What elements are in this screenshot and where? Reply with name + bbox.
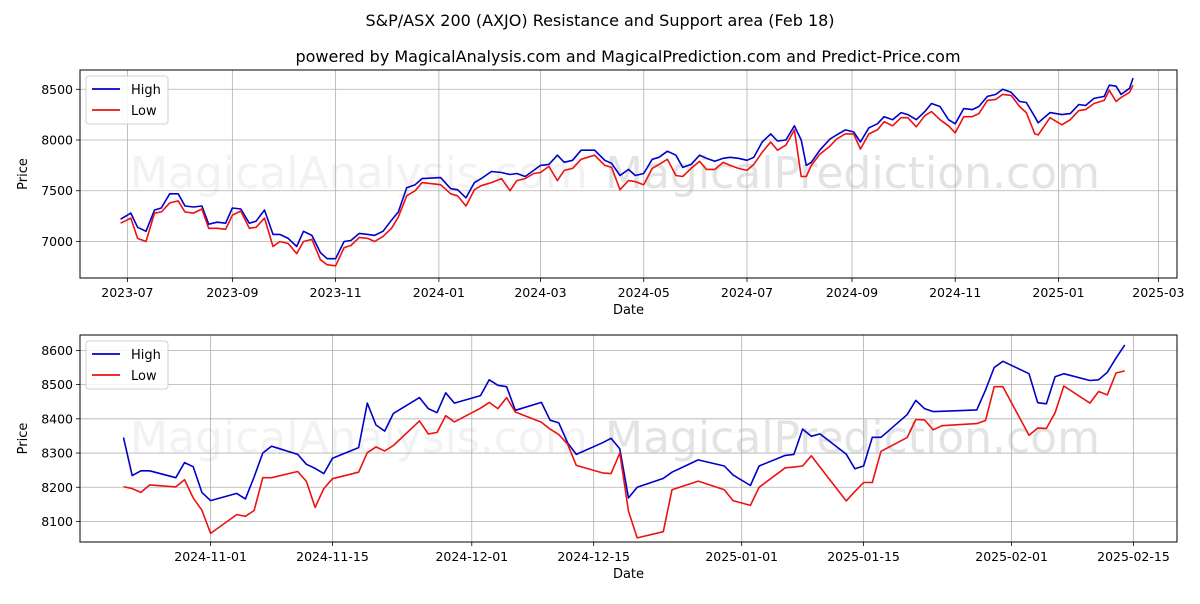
watermark: MagicalAnalysis.com xyxy=(130,413,588,464)
legend-label-low: Low xyxy=(131,369,157,384)
x-tick-label: 2025-03 xyxy=(1132,285,1184,300)
chart-figure: S&P/ASX 200 (AXJO) Resistance and Suppor… xyxy=(0,0,1200,600)
x-axis-label: Date xyxy=(613,567,644,582)
x-tick-label: 2023-07 xyxy=(101,285,153,300)
y-tick-label: 8400 xyxy=(41,411,73,426)
x-tick-label: 2024-05 xyxy=(618,285,670,300)
subplot-2: MagicalAnalysis.com MagicalPrediction.com… xyxy=(16,334,1178,582)
x-tick-label: 2024-12-15 xyxy=(557,549,630,564)
x-tick-label: 2023-11 xyxy=(310,285,362,300)
legend: High Low xyxy=(85,75,169,125)
watermark: MagicalPrediction.com xyxy=(605,413,1100,464)
chart-title: S&P/ASX 200 (AXJO) Resistance and Suppor… xyxy=(365,11,834,30)
chart-subtitle: powered by MagicalAnalysis.com and Magic… xyxy=(295,47,960,66)
y-tick-label: 8500 xyxy=(41,377,73,392)
x-tick-label: 2024-09 xyxy=(826,285,878,300)
x-tick-label: 2025-02-01 xyxy=(975,549,1048,564)
y-axis-label: Price xyxy=(16,423,31,455)
y-tick-label: 7000 xyxy=(41,234,73,249)
x-tick-label: 2025-01 xyxy=(1032,285,1084,300)
watermark: MagicalPrediction.com xyxy=(605,148,1100,199)
x-tick-label: 2024-12-01 xyxy=(435,549,508,564)
x-tick-label: 2025-01-01 xyxy=(705,549,778,564)
subplot-1: MagicalAnalysis.com MagicalPrediction.com… xyxy=(16,69,1184,318)
y-tick-label: 8100 xyxy=(41,514,73,529)
x-tick-label: 2024-03 xyxy=(514,285,566,300)
legend-label-high: High xyxy=(131,348,161,363)
x-tick-label: 2025-01-15 xyxy=(827,549,900,564)
y-tick-label: 8000 xyxy=(41,133,73,148)
x-tick-label: 2024-01 xyxy=(413,285,465,300)
legend: High Low xyxy=(85,340,169,390)
y-tick-label: 8500 xyxy=(41,82,73,97)
x-tick-label: 2024-11-01 xyxy=(174,549,247,564)
x-tick-label: 2024-07 xyxy=(721,285,773,300)
x-tick-label: 2025-02-15 xyxy=(1097,549,1170,564)
x-tick-label: 2023-09 xyxy=(206,285,258,300)
legend-label-high: High xyxy=(131,83,161,98)
x-tick-label: 2024-11 xyxy=(929,285,981,300)
y-tick-label: 7500 xyxy=(41,183,73,198)
y-tick-label: 8600 xyxy=(41,343,73,358)
y-tick-label: 8300 xyxy=(41,446,73,461)
x-axis-label: Date xyxy=(613,303,644,318)
legend-label-low: Low xyxy=(131,104,157,119)
chart-svg: S&P/ASX 200 (AXJO) Resistance and Suppor… xyxy=(16,11,1184,582)
y-tick-label: 8200 xyxy=(41,480,73,495)
x-tick-label: 2024-11-15 xyxy=(296,549,369,564)
y-axis-label: Price xyxy=(16,158,31,190)
